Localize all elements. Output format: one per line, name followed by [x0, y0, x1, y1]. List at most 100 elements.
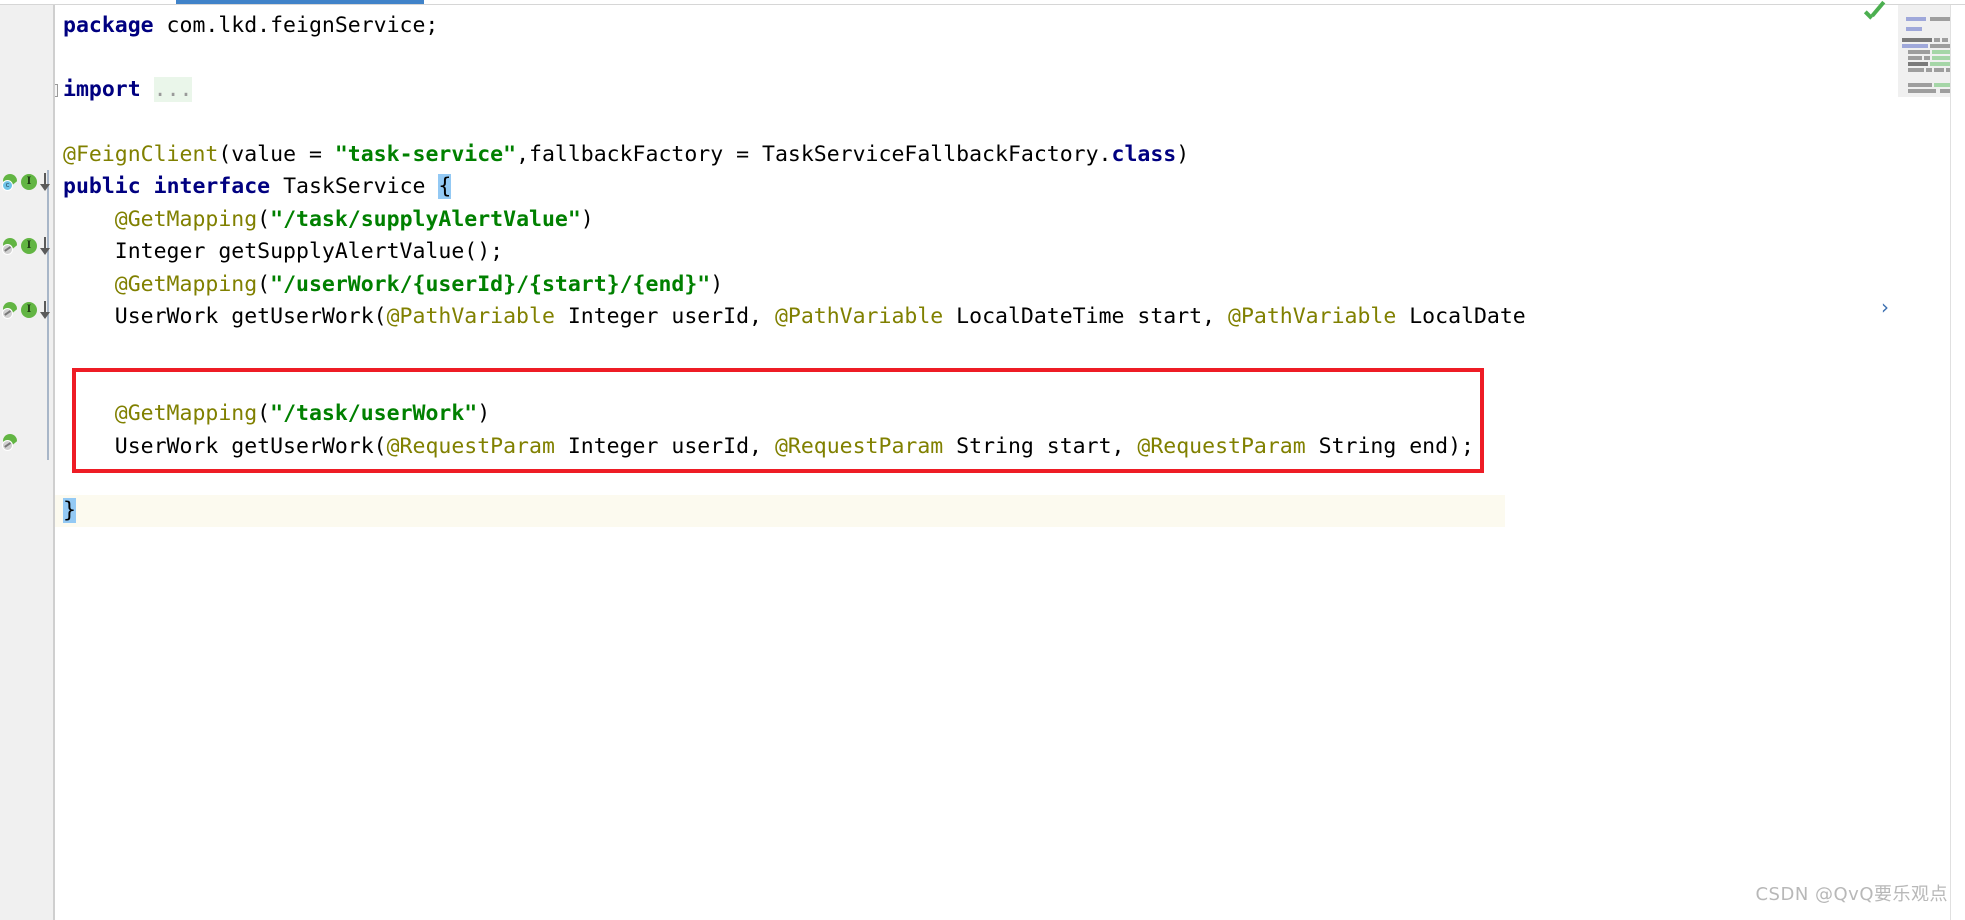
interface-icon[interactable]: I	[21, 238, 37, 254]
code-token: interface	[153, 174, 271, 199]
code-line[interactable]: public interface TaskService {	[63, 171, 452, 203]
code-token: (	[257, 272, 271, 297]
gutter-marker-group[interactable]	[0, 430, 53, 454]
interface-icon[interactable]: I	[21, 302, 37, 318]
implemented-badge-icon	[2, 439, 13, 451]
implemented-badge-icon	[2, 307, 13, 319]
arrow-head	[40, 184, 50, 191]
code-line[interactable]: @GetMapping("/task/supplyAlertValue")	[63, 204, 594, 236]
code-line[interactable]: UserWork getUserWork(@PathVariable Integ…	[63, 301, 1526, 333]
code-line[interactable]: import ...	[63, 74, 193, 106]
code-token: "/userWork/{userId}/{start}/{end}"	[270, 272, 711, 297]
code-token: String end);	[1305, 434, 1474, 459]
arrow-head	[40, 248, 50, 255]
code-token: (	[257, 401, 271, 426]
caret-line-highlight	[55, 495, 1505, 527]
minimap-row	[1908, 68, 1924, 72]
code-token: Integer getSupplyAlertValue();	[63, 239, 504, 264]
code-token: ...	[153, 77, 193, 102]
no-problems-check-icon[interactable]	[1862, 4, 1888, 26]
implemented-by-icon[interactable]	[2, 301, 19, 319]
code-token: Integer userId,	[554, 434, 775, 459]
gutter-marker-group[interactable]: I	[0, 298, 53, 322]
gutter-marker-group[interactable]: I	[0, 234, 53, 258]
minimap-row	[1906, 17, 1926, 21]
editor-gutter[interactable]	[0, 5, 55, 920]
vertical-scrollbar[interactable]	[1951, 5, 1965, 920]
code-line[interactable]: @GetMapping("/task/userWork")	[63, 398, 490, 430]
implemented-by-icon[interactable]	[2, 237, 19, 255]
code-token: @PathVariable	[1228, 304, 1397, 329]
code-line[interactable]: Integer getSupplyAlertValue();	[63, 236, 503, 268]
code-token: public	[63, 174, 141, 199]
code-token: ,fallbackFactory = TaskServiceFallbackFa…	[516, 142, 1112, 167]
code-editor-surface[interactable]: package com.lkd.feignService; import ... @…	[55, 5, 1898, 920]
code-token: LocalDate	[1396, 304, 1526, 329]
minimap-gutter[interactable]	[1898, 5, 1953, 920]
code-token: Integer userId,	[554, 304, 775, 329]
code-token: )	[710, 272, 724, 297]
code-token: (value =	[218, 142, 335, 167]
minimap-row	[1926, 68, 1932, 72]
implementing-method-arrow-icon[interactable]	[39, 172, 50, 192]
code-token: UserWork getUserWork(	[63, 434, 387, 459]
code-token: @GetMapping	[114, 272, 258, 297]
implemented-by-icon[interactable]: c	[2, 173, 19, 191]
code-token: String start,	[943, 434, 1138, 459]
code-line[interactable]: @GetMapping("/userWork/{userId}/{start}/…	[63, 269, 723, 301]
code-line[interactable]: UserWork getUserWork(@RequestParam Integ…	[63, 431, 1474, 463]
minimap-row	[1902, 44, 1928, 48]
code-token: {	[438, 174, 452, 199]
editor-window: cIII package com.lkd.feignService; import…	[0, 0, 1965, 920]
implemented-by-icon[interactable]	[2, 433, 19, 451]
code-token: "task-service"	[334, 142, 517, 167]
expand-import-fold-icon[interactable]	[55, 84, 58, 97]
code-token: @GetMapping	[114, 207, 258, 232]
code-line[interactable]: @FeignClient(value = "task-service",fall…	[63, 139, 1189, 171]
code-token: TaskService	[270, 174, 439, 199]
code-token: )	[477, 401, 491, 426]
code-token: @RequestParam	[386, 434, 555, 459]
code-minimap[interactable]	[1898, 5, 1965, 97]
active-tab-underline	[176, 0, 424, 4]
line-overflow-arrow: ›	[1881, 295, 1889, 319]
code-token: "/task/supplyAlertValue"	[270, 207, 581, 232]
minimap-row	[1908, 83, 1932, 87]
minimap-row	[1908, 56, 1922, 60]
code-token: @FeignClient	[63, 142, 219, 167]
minimap-row	[1942, 38, 1948, 42]
minimap-row	[1908, 89, 1936, 93]
watermark-text: CSDN @QvQ要乐观点	[1755, 884, 1948, 905]
implementing-method-arrow-icon[interactable]	[39, 236, 50, 256]
code-token: import	[63, 77, 141, 102]
code-line[interactable]: package com.lkd.feignService;	[63, 10, 438, 42]
code-token: "/task/userWork"	[270, 401, 478, 426]
code-token: com.lkd.feignService;	[153, 13, 439, 38]
code-token: @PathVariable	[386, 304, 555, 329]
implemented-badge-icon	[2, 243, 13, 255]
minimap-row	[1924, 56, 1930, 60]
minimap-row	[1906, 27, 1922, 31]
code-token: @RequestParam	[1137, 434, 1306, 459]
code-token: @PathVariable	[774, 304, 944, 329]
gutter-marker-group[interactable]: cI	[0, 170, 53, 194]
interface-icon[interactable]: I	[21, 174, 37, 190]
arrow-head	[40, 312, 50, 319]
minimap-row	[1908, 50, 1930, 54]
code-token: (	[257, 207, 271, 232]
code-token: )	[580, 207, 594, 232]
minimap-row	[1934, 38, 1940, 42]
code-token: package	[63, 13, 154, 38]
implementing-method-arrow-icon[interactable]	[39, 300, 50, 320]
minimap-row	[1908, 62, 1928, 66]
code-token: class	[1111, 142, 1177, 167]
code-token: UserWork getUserWork(	[63, 304, 387, 329]
code-token: @RequestParam	[774, 434, 944, 459]
code-line[interactable]: }	[63, 495, 76, 527]
implemented-badge-icon: c	[2, 179, 13, 191]
